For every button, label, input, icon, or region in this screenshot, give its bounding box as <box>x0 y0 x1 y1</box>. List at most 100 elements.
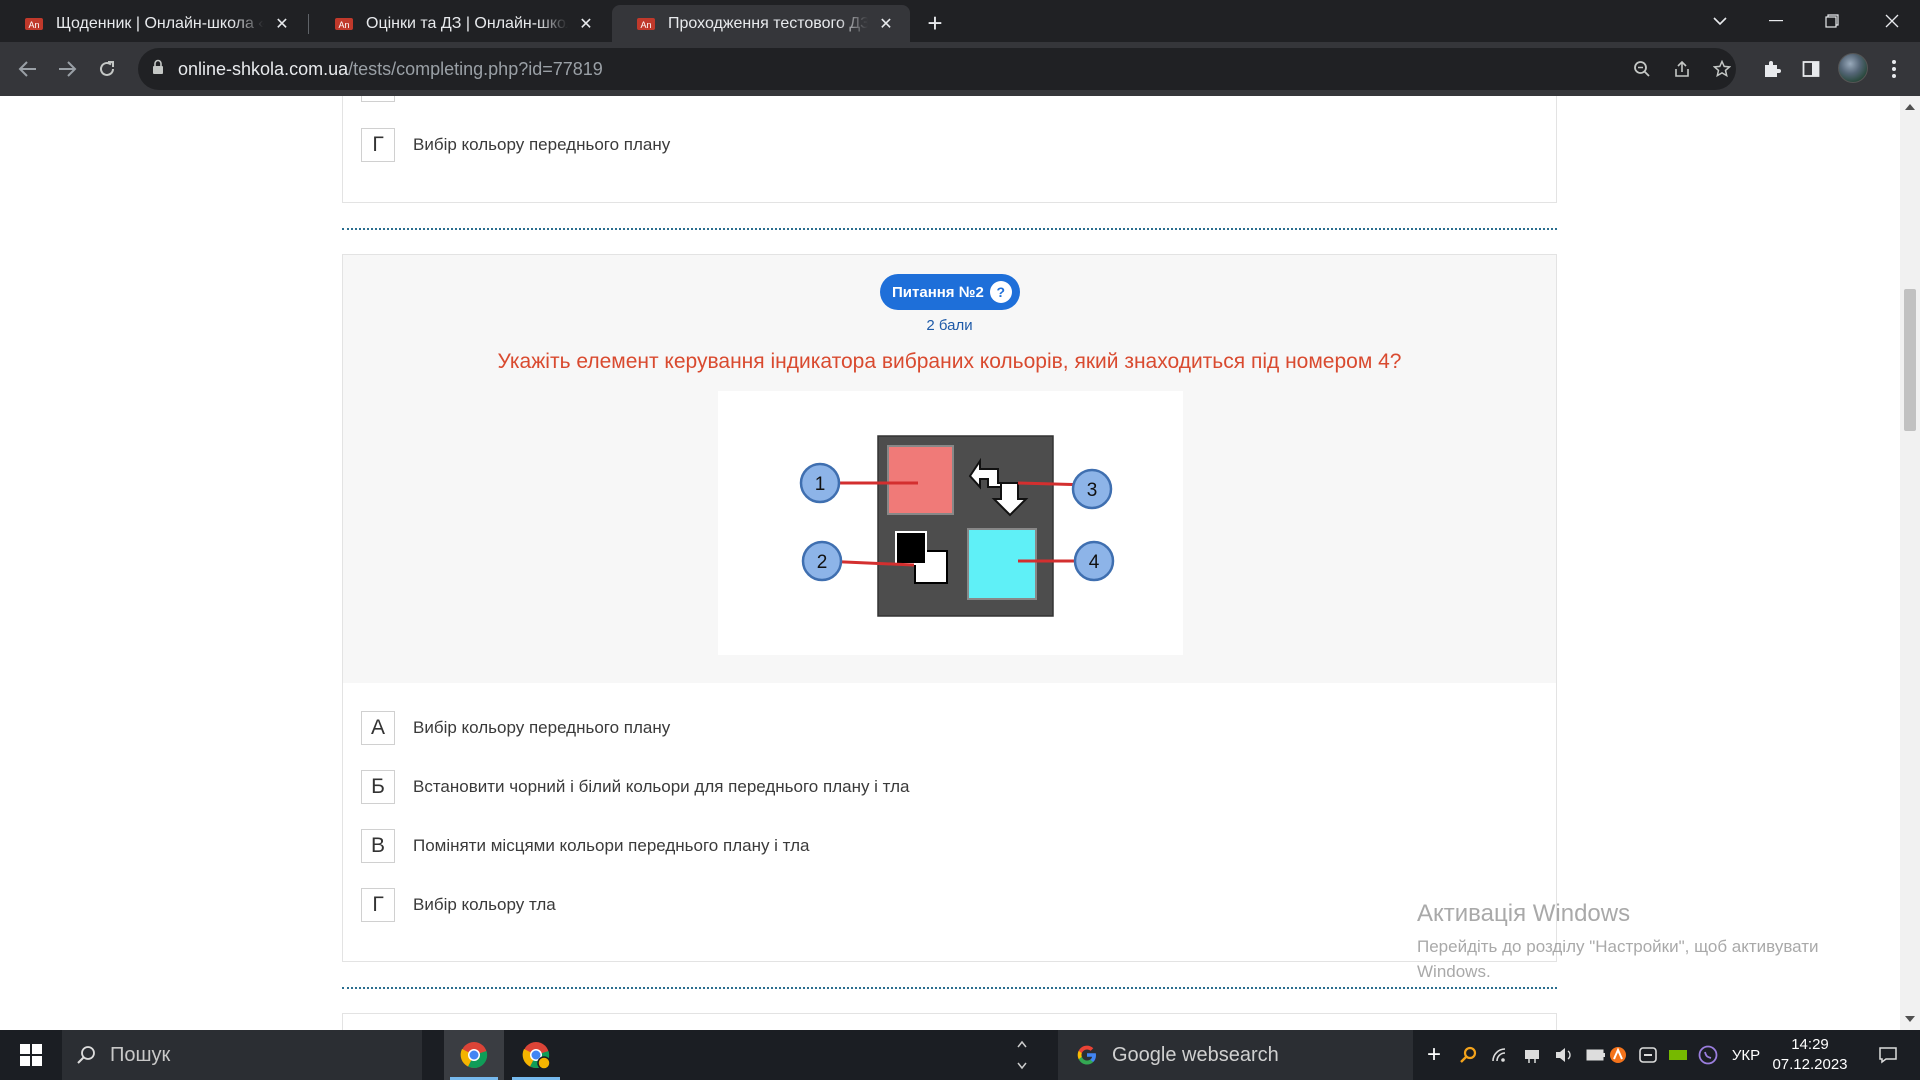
tray-plus-icon[interactable]: + <box>1420 1030 1448 1080</box>
search-icon <box>77 1046 95 1064</box>
answer-option-v[interactable]: В Поміняти місцями кольори переднього пл… <box>361 829 809 863</box>
tab-divider <box>308 14 309 34</box>
bookmark-star-icon[interactable] <box>1708 55 1736 83</box>
back-arrow-icon[interactable] <box>14 55 42 83</box>
tab-title: Проходження тестового ДЗ - С <box>668 14 868 32</box>
scrollbar-thumb[interactable] <box>1904 289 1916 431</box>
site-favicon-icon: An <box>636 16 656 32</box>
url-host: online-shkola.com.ua <box>178 58 349 79</box>
question-number-badge: Питання №2 ? <box>880 274 1020 310</box>
scroll-down-arrow-icon[interactable] <box>1905 1016 1915 1022</box>
google-websearch-label: Google websearch <box>1112 1043 1279 1066</box>
lock-icon[interactable] <box>152 59 164 80</box>
side-panel-icon[interactable] <box>1797 55 1825 83</box>
extensions-puzzle-icon[interactable] <box>1758 55 1786 83</box>
windows-logo-icon <box>20 1044 42 1066</box>
answer-option[interactable]: Г Вибір кольору переднього плану <box>361 128 670 162</box>
tab-close-icon[interactable]: ✕ <box>876 14 896 34</box>
answer-letter-box: Г <box>361 888 395 922</box>
answer-option-b[interactable]: Б Встановити чорний і білий кольори для … <box>361 770 909 804</box>
profile-avatar[interactable] <box>1838 53 1868 83</box>
page-scrollbar[interactable] <box>1900 96 1920 1030</box>
address-bar[interactable]: online-shkola.com.ua/tests/completing.ph… <box>138 48 1736 90</box>
answer-text: Поміняти місцями кольори переднього план… <box>413 836 810 855</box>
question-separator <box>342 228 1557 230</box>
tray-nvidia-icon[interactable] <box>1664 1030 1692 1080</box>
tray-viber-icon[interactable] <box>1694 1030 1722 1080</box>
tab-diary[interactable]: An Щоденник | Онлайн-школа «А ✕ <box>0 5 306 42</box>
question-image: 1 2 3 4 <box>718 391 1183 655</box>
new-tab-button[interactable]: + <box>921 8 949 38</box>
site-favicon-icon: An <box>334 16 354 32</box>
figure-label-1: 1 <box>815 474 826 495</box>
activation-watermark-title: Активація Windows <box>1417 900 1631 927</box>
url-text: online-shkola.com.ua/tests/completing.ph… <box>178 59 603 80</box>
tab-grades[interactable]: An Оцінки та ДЗ | Онлайн-школа « ✕ <box>310 5 610 42</box>
figure-label-3: 3 <box>1087 480 1098 501</box>
tab-close-icon[interactable]: ✕ <box>576 14 596 34</box>
tray-search-key-icon[interactable] <box>1454 1030 1482 1080</box>
notification-icon[interactable] <box>1868 1030 1908 1080</box>
tray-wifi-icon[interactable] <box>1486 1030 1514 1080</box>
google-websearch-box[interactable]: Google websearch <box>1058 1030 1413 1080</box>
clock-date: 07.12.2023 <box>1772 1056 1848 1073</box>
taskbar-clock[interactable]: 14:29 07.12.2023 <box>1770 1035 1850 1075</box>
answer-text: Вибір кольору тла <box>413 895 556 914</box>
keyboard-language[interactable]: УКР <box>1728 1030 1764 1080</box>
svg-text:An: An <box>28 20 39 30</box>
search-placeholder: Пошук <box>110 1043 171 1066</box>
figure-label-2: 2 <box>817 552 828 573</box>
question-card-3 <box>342 1013 1557 1030</box>
tray-avast-icon[interactable] <box>1604 1030 1632 1080</box>
chrome-profile-icon <box>522 1042 551 1070</box>
answer-text: Вибір кольору переднього плану <box>413 718 671 737</box>
tab-title: Щоденник | Онлайн-школа «А <box>56 14 264 32</box>
tray-app-icon[interactable] <box>1634 1030 1662 1080</box>
color-indicator-figure: 1 2 3 4 <box>799 435 1115 617</box>
activation-watermark-subtitle: Перейдіть до розділу "Настройки", щоб ак… <box>1417 937 1819 981</box>
tab-test-completing[interactable]: An Проходження тестового ДЗ - С ✕ <box>612 5 910 42</box>
menu-kebab-icon[interactable] <box>1880 55 1908 83</box>
svg-text:An: An <box>640 20 651 30</box>
page-content: Г Вибір кольору переднього плану Питання… <box>0 96 1920 1030</box>
question-header: Питання №2 ? 2 бали Укажіть елемент керу… <box>343 255 1556 683</box>
tray-volume-icon[interactable] <box>1550 1030 1578 1080</box>
zoom-icon[interactable] <box>1628 55 1656 83</box>
scroll-up-arrow-icon[interactable] <box>1905 104 1915 110</box>
answer-letter-box: Б <box>361 770 395 804</box>
question-text: Укажіть елемент керування індикатора виб… <box>497 350 1402 373</box>
tab-search-chevron-icon[interactable] <box>1692 0 1748 42</box>
browser-toolbar: online-shkola.com.ua/tests/completing.ph… <box>0 42 1920 96</box>
answer-letter-box: В <box>361 829 395 863</box>
answer-letter-box: А <box>361 711 395 745</box>
answer-option-clipped[interactable] <box>361 96 395 102</box>
question-card-1: Г Вибір кольору переднього плану <box>342 96 1557 203</box>
question-separator <box>342 987 1557 989</box>
url-path: /tests/completing.php?id=77819 <box>348 58 603 79</box>
start-button[interactable] <box>0 1030 62 1080</box>
question-number-label: Питання №2 <box>892 283 984 301</box>
share-icon[interactable] <box>1668 55 1696 83</box>
taskbar-search-box[interactable]: Пошук <box>62 1030 422 1080</box>
windows-taskbar: Пошук Google websearch + УКР 14:29 07.12… <box>0 1030 1920 1080</box>
help-icon[interactable]: ? <box>989 281 1012 303</box>
overflow-arrows-icon[interactable] <box>1010 1030 1034 1080</box>
forward-arrow-icon[interactable] <box>53 55 81 83</box>
question-points: 2 бали <box>926 317 973 334</box>
google-g-icon <box>1077 1045 1096 1065</box>
restore-button[interactable] <box>1804 0 1860 42</box>
browser-tab-strip: An Щоденник | Онлайн-школа «А ✕ An Оцінк… <box>0 0 1920 42</box>
tab-close-icon[interactable]: ✕ <box>272 14 292 34</box>
svg-text:An: An <box>338 20 349 30</box>
minimize-button[interactable] <box>1748 0 1804 42</box>
taskbar-chrome-profile-app[interactable] <box>506 1030 566 1080</box>
answer-option-a[interactable]: А Вибір кольору переднього плану <box>361 711 670 745</box>
answer-option-h[interactable]: Г Вибір кольору тла <box>361 888 556 922</box>
tray-network-icon[interactable] <box>1518 1030 1546 1080</box>
answer-letter-box: Г <box>361 128 395 162</box>
reload-icon[interactable] <box>93 55 121 83</box>
question-card-2: Питання №2 ? 2 бали Укажіть елемент керу… <box>342 254 1557 962</box>
close-window-button[interactable] <box>1864 0 1920 42</box>
taskbar-chrome-app[interactable] <box>444 1030 504 1080</box>
answer-letter-box <box>361 96 395 102</box>
